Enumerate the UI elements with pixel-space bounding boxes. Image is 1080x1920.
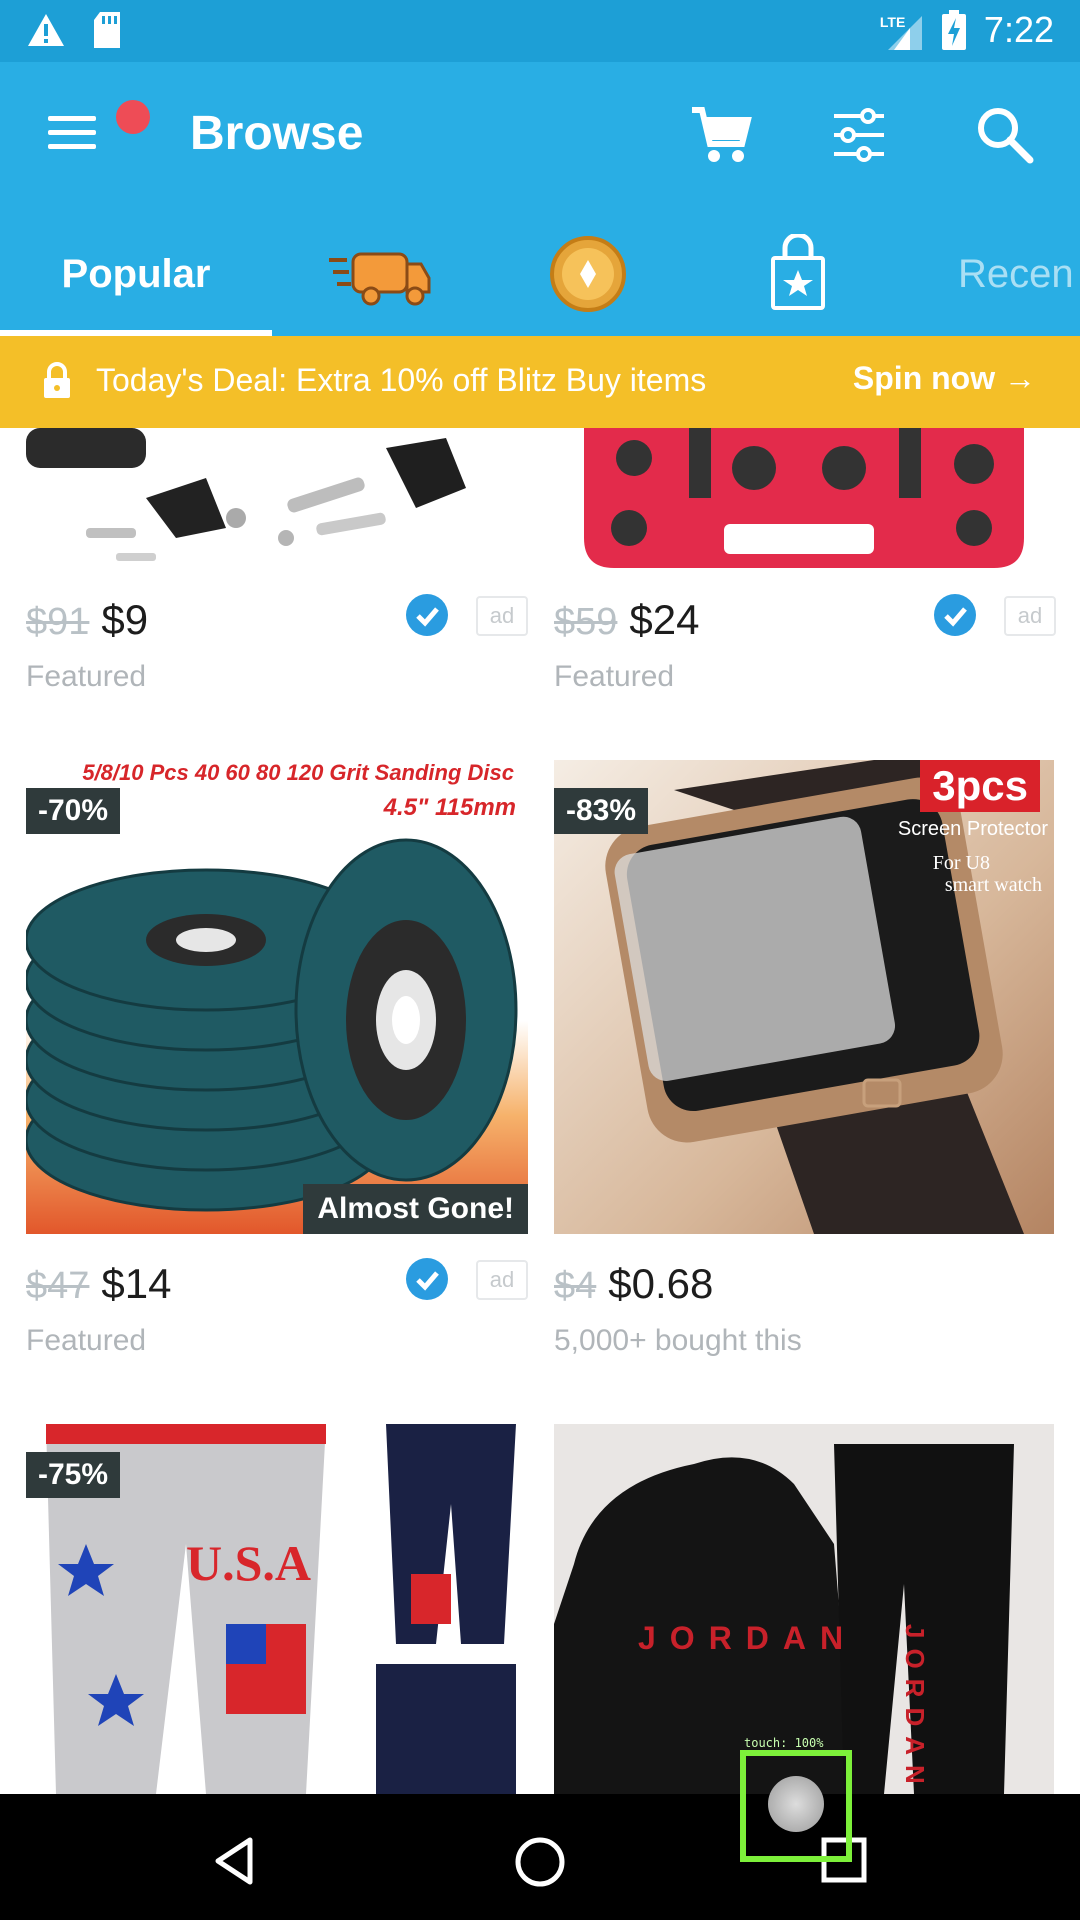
original-price: $91 bbox=[26, 601, 90, 643]
shopping-bag-icon bbox=[771, 234, 825, 310]
image-caption: For U8 bbox=[932, 852, 990, 874]
warning-icon bbox=[28, 14, 64, 46]
product-subtext: Featured bbox=[554, 660, 675, 693]
signal-icon: LTE bbox=[880, 8, 924, 52]
page-title: Browse bbox=[190, 107, 364, 160]
image-caption: JORDAN bbox=[900, 1624, 930, 1794]
tab-coins[interactable] bbox=[530, 212, 646, 336]
deal-text: Today's Deal: Extra 10% off Blitz Buy it… bbox=[96, 362, 707, 398]
cart-icon[interactable] bbox=[686, 100, 756, 170]
navigation-bar bbox=[0, 1794, 1080, 1920]
ad-badge: ad bbox=[1004, 596, 1056, 636]
clock: 7:22 bbox=[983, 9, 1054, 50]
product-subtext: Featured bbox=[26, 1324, 147, 1357]
verified-check-icon bbox=[934, 594, 976, 636]
product-image[interactable] bbox=[554, 428, 1054, 578]
image-caption: smart watch bbox=[944, 874, 1042, 896]
ad-badge: ad bbox=[476, 596, 528, 636]
coin-icon bbox=[550, 236, 626, 312]
app-bar: Browse bbox=[0, 62, 1080, 212]
notification-dot bbox=[116, 100, 150, 134]
touch-indicator: touch: 100% bbox=[740, 1736, 852, 1862]
product-image[interactable] bbox=[26, 428, 528, 578]
category-tabs: Popular Recen bbox=[0, 212, 1080, 336]
original-price: $47 bbox=[26, 1265, 90, 1307]
image-caption: 3pcs bbox=[920, 760, 1040, 812]
image-caption: U.S.A bbox=[186, 1535, 312, 1591]
ad-badge: ad bbox=[476, 1260, 528, 1300]
battery-charging-icon bbox=[941, 10, 966, 50]
image-caption: Screen Protector bbox=[897, 818, 1048, 840]
sd-card-icon bbox=[94, 12, 120, 48]
touch-label: touch: 100% bbox=[744, 1736, 824, 1750]
tab-shipping[interactable] bbox=[310, 212, 450, 336]
discount-badge: -70% bbox=[26, 788, 121, 834]
filter-icon[interactable] bbox=[824, 100, 894, 170]
search-icon[interactable] bbox=[970, 100, 1040, 170]
lock-icon bbox=[44, 362, 70, 398]
sale-price: $24 bbox=[629, 596, 700, 643]
almost-gone-badge: Almost Gone! bbox=[303, 1184, 528, 1234]
sale-price: $9 bbox=[101, 596, 149, 643]
discount-badge: -75% bbox=[26, 1452, 121, 1498]
tab-popular[interactable]: Popular bbox=[0, 212, 272, 336]
product-subtext: Featured bbox=[26, 660, 147, 693]
sale-price: $14 bbox=[101, 1260, 172, 1307]
tab-recent[interactable]: Recen bbox=[958, 212, 1080, 336]
sale-price: $0.68 bbox=[608, 1260, 714, 1307]
tab-recent-label: Recen bbox=[958, 251, 1074, 296]
image-caption: JORDAN bbox=[638, 1620, 858, 1656]
verified-check-icon bbox=[406, 1258, 448, 1300]
deal-banner[interactable]: Today's Deal: Extra 10% off Blitz Buy it… bbox=[0, 336, 1080, 428]
back-icon[interactable] bbox=[210, 1836, 260, 1886]
discount-badge: -83% bbox=[554, 788, 649, 834]
verified-check-icon bbox=[406, 594, 448, 636]
tab-popular-label: Popular bbox=[61, 251, 211, 296]
home-icon[interactable] bbox=[514, 1836, 566, 1888]
spin-now-button[interactable]: Spin now → bbox=[853, 360, 1036, 397]
menu-button[interactable] bbox=[42, 100, 150, 158]
original-price: $59 bbox=[554, 601, 618, 643]
original-price: $4 bbox=[554, 1265, 597, 1307]
touch-dot bbox=[768, 1776, 824, 1832]
status-bar: LTE 7:22 bbox=[0, 0, 1080, 62]
truck-icon bbox=[329, 252, 431, 306]
tab-brands[interactable] bbox=[748, 212, 848, 336]
product-subtext: 5,000+ bought this bbox=[554, 1324, 802, 1357]
